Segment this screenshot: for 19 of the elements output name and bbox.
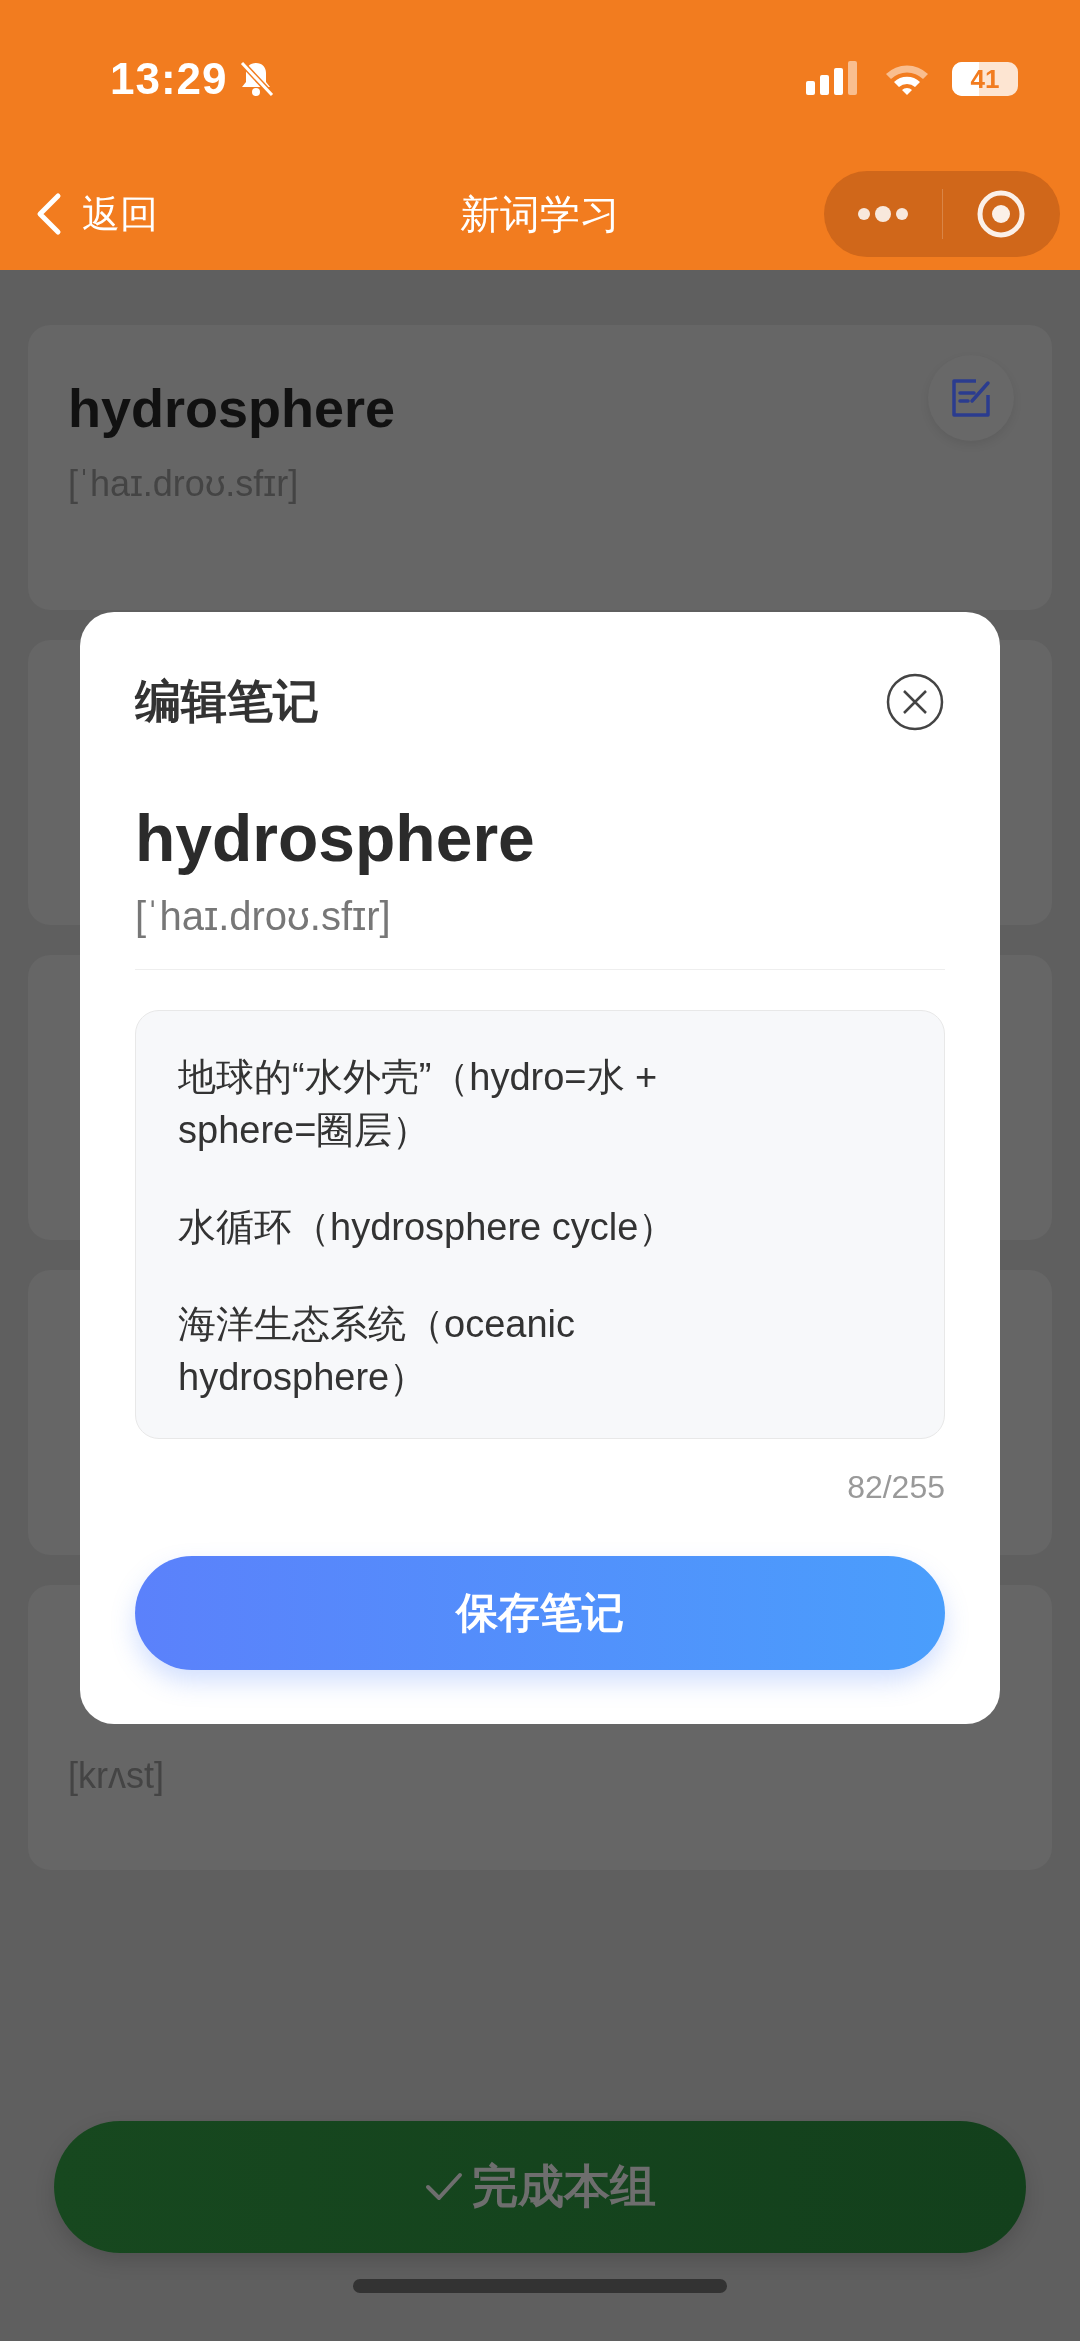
page-title: 新词学习	[460, 191, 620, 236]
save-note-button[interactable]: 保存笔记	[135, 1556, 945, 1670]
close-icon[interactable]	[885, 672, 945, 732]
word-text: hydrosphere	[135, 800, 536, 876]
note-paragraph: 水循环（hydrosphere cycle）	[178, 1205, 678, 1250]
status-time: 13:29	[110, 54, 228, 104]
back-button[interactable]: 返回	[36, 188, 158, 240]
chevron-left-icon	[36, 192, 62, 236]
note-paragraph: 地球的“水外壳”（hydro=水 + sphere=圈层）	[178, 1055, 659, 1153]
note-field[interactable]: 地球的“水外壳”（hydro=水 + sphere=圈层） 水循环（hydrosphere cycle） 海洋生态系统（oceanic hydrosphere）	[135, 1010, 945, 1439]
finish-button[interactable]: 完成本组	[54, 2121, 1026, 2253]
dialog-title: 编辑笔记	[135, 674, 319, 729]
note-paragraph: 海洋生态系统（oceanic hydrosphere）	[178, 1302, 576, 1400]
character-counter: 82/255	[847, 1469, 945, 1506]
wifi-icon	[884, 62, 930, 96]
checkmark-icon	[424, 2171, 464, 2203]
phonetic-text: [ˈhaɪ.droʊ.sfɪr]	[135, 894, 391, 939]
word-text: hydrosphere	[68, 377, 396, 439]
battery-icon: 41	[952, 62, 1018, 96]
